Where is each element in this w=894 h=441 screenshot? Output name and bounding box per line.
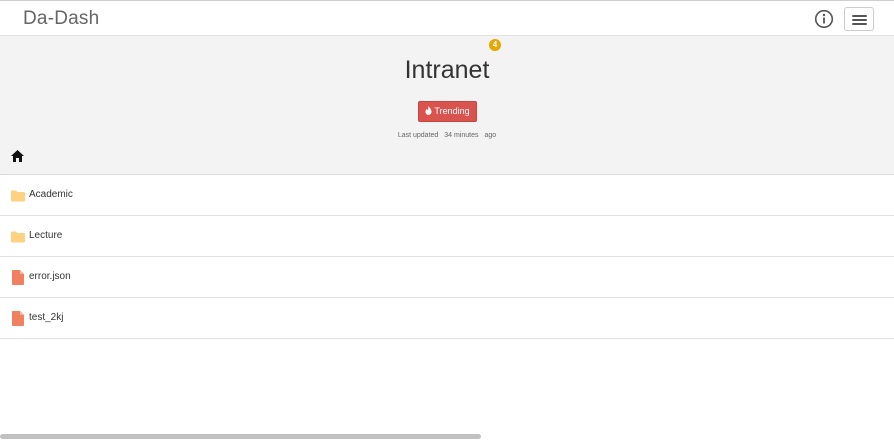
last-updated: Last updated 34 minutes ago	[397, 132, 497, 139]
last-updated-value: 34 minutes	[444, 132, 479, 139]
brand-title[interactable]: Da-Dash	[23, 8, 99, 30]
fire-icon	[425, 106, 432, 115]
page-title: Intranet	[404, 56, 490, 84]
horizontal-scrollbar[interactable]	[0, 434, 481, 439]
list-item-label: Lecture	[29, 230, 63, 241]
file-icon	[12, 311, 24, 326]
info-icon[interactable]	[814, 9, 834, 29]
list-item[interactable]: Academic	[0, 175, 894, 216]
file-icon	[12, 270, 24, 285]
page-header: Intranet 4 Trending Last updated 34 minu…	[0, 36, 894, 175]
trending-button-label: Trending	[434, 106, 470, 116]
top-navbar: Da-Dash	[0, 0, 894, 36]
folder-icon	[11, 231, 25, 243]
file-list: Academic Lecture error.json test_2kj	[0, 175, 894, 339]
list-item-label: error.json	[29, 271, 71, 282]
list-item[interactable]: Lecture	[0, 216, 894, 257]
home-icon[interactable]	[11, 150, 24, 162]
hamburger-menu-icon	[852, 15, 867, 17]
list-item[interactable]: error.json	[0, 257, 894, 298]
count-badge: 4	[489, 39, 501, 51]
trending-button[interactable]: Trending	[418, 101, 477, 122]
list-item-label: Academic	[29, 189, 73, 200]
list-item[interactable]: test_2kj	[0, 298, 894, 339]
folder-icon	[11, 190, 25, 202]
list-item-label: test_2kj	[29, 312, 64, 323]
menu-toggle-button[interactable]	[844, 7, 874, 31]
